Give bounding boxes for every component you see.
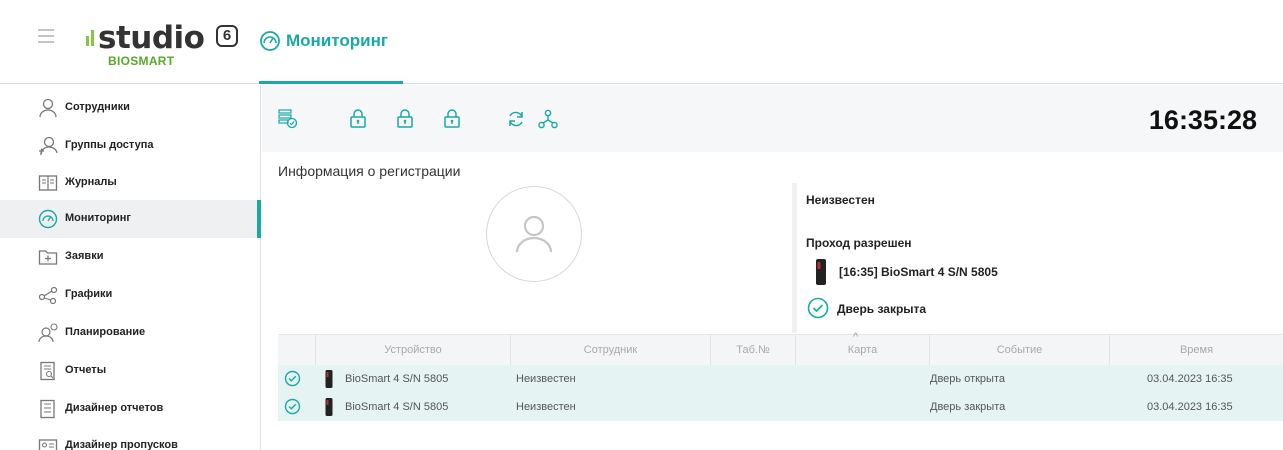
monitoring-icon (38, 209, 58, 229)
sidebar-item-report-designer[interactable]: Дизайнер отчетов (0, 390, 261, 428)
app-logo: studio 6 BIOSMART (86, 20, 246, 70)
sidebar-item-pass-designer[interactable]: Дизайнер пропусков (0, 427, 261, 450)
logo-text: studio (98, 20, 205, 56)
table-row[interactable]: BioSmart 4 S/N 5805 Неизвестен Дверь зак… (278, 393, 1283, 421)
device-list-icon[interactable] (278, 109, 298, 129)
column-header-card[interactable]: Карта (795, 335, 929, 366)
logo-version: 6 (216, 25, 238, 47)
door-state: Дверь закрыта (807, 296, 1027, 322)
cell-time: 03.04.2023 16:35 (1147, 401, 1233, 413)
sidebar-item-label: Сотрудники (65, 101, 130, 113)
sidebar-item-label: Дизайнер отчетов (65, 402, 164, 414)
check-circle-icon (284, 398, 301, 415)
column-header-device[interactable]: Устройство (315, 335, 510, 366)
group-icon (39, 136, 58, 156)
menu-icon[interactable] (38, 29, 54, 43)
logo-subtitle: BIOSMART (108, 54, 175, 68)
device-event: [16:35] BioSmart 4 S/N 5805 (815, 258, 1075, 286)
network-icon[interactable] (538, 109, 558, 129)
door-state-label: Дверь закрыта (837, 302, 927, 316)
sidebar-item-planning[interactable]: Планирование (0, 314, 261, 352)
clock: 16:35:28 (1148, 105, 1257, 135)
report-designer-icon (40, 399, 55, 419)
device-icon (325, 398, 333, 416)
sidebar-item-label: Графики (65, 288, 113, 300)
cell-time: 03.04.2023 16:35 (1147, 373, 1233, 385)
sidebar-item-employees[interactable]: Сотрудники (0, 89, 261, 127)
page-title: Мониторинг (286, 31, 388, 50)
user-placeholder-icon (515, 215, 553, 253)
lock-icon[interactable] (348, 109, 368, 129)
journal-icon (38, 175, 58, 191)
sidebar-item-monitoring[interactable]: Мониторинг (0, 200, 261, 238)
sort-indicator-icon: ^ (853, 331, 859, 343)
tab-monitoring[interactable]: Мониторинг (259, 28, 403, 84)
table-row[interactable]: BioSmart 4 S/N 5805 Неизвестен Дверь отк… (278, 365, 1283, 393)
monitoring-icon (260, 31, 280, 51)
active-tab-indicator (259, 81, 403, 84)
column-header-time[interactable]: Время (1109, 335, 1283, 366)
sidebar-item-requests[interactable]: Заявки (0, 238, 261, 276)
sidebar-item-label: Дизайнер пропусков (65, 439, 178, 450)
device-icon (325, 370, 333, 388)
cell-employee: Неизвестен (516, 373, 576, 385)
lock-icon[interactable] (395, 109, 415, 129)
sidebar-item-label: Мониторинг (65, 212, 131, 224)
cell-event: Дверь закрыта (930, 401, 1006, 413)
sidebar-item-label: Планирование (65, 326, 146, 338)
sidebar-item-access-groups[interactable]: Группы доступа (0, 127, 261, 165)
info-divider (792, 183, 797, 333)
report-icon (40, 361, 55, 381)
planning-icon (38, 323, 58, 343)
sidebar: Сотрудники Группы доступа Журналы Монито… (0, 85, 261, 450)
schedule-icon (38, 286, 58, 305)
sidebar-item-label: Заявки (65, 250, 104, 262)
pass-designer-icon (38, 439, 58, 450)
check-circle-icon (284, 370, 301, 387)
sidebar-item-label: Группы доступа (65, 139, 154, 151)
column-header-status (278, 335, 315, 366)
check-circle-icon (807, 297, 829, 319)
sidebar-item-label: Журналы (65, 176, 117, 188)
cell-device: BioSmart 4 S/N 5805 (345, 373, 449, 385)
avatar (486, 186, 582, 282)
lock-icon[interactable] (442, 109, 462, 129)
column-header-event[interactable]: Событие (929, 335, 1109, 366)
refresh-icon[interactable] (506, 109, 526, 129)
table-header: Устройство Сотрудник Таб.№ Карта ^ Событ… (278, 331, 1283, 366)
cell-employee: Неизвестен (516, 401, 576, 413)
cell-event: Дверь открыта (930, 373, 1005, 385)
registration-title: Информация о регистрации (278, 163, 461, 179)
access-status: Проход разрешен (806, 236, 912, 250)
employee-name: Неизвестен (806, 193, 875, 207)
user-icon (39, 98, 57, 118)
device-event-label: [16:35] BioSmart 4 S/N 5805 (839, 265, 998, 279)
sidebar-item-reports[interactable]: Отчеты (0, 352, 261, 390)
sidebar-item-journals[interactable]: Журналы (0, 164, 261, 202)
sidebar-item-schedules[interactable]: Графики (0, 276, 261, 314)
sidebar-item-label: Отчеты (65, 364, 107, 376)
column-header-employee[interactable]: Сотрудник (510, 335, 710, 366)
column-header-tab[interactable]: Таб.№ (710, 335, 795, 366)
app-header: studio 6 BIOSMART Мониторинг (0, 0, 1283, 84)
device-icon (816, 259, 826, 285)
cell-device: BioSmart 4 S/N 5805 (345, 401, 449, 413)
active-indicator (257, 200, 261, 238)
folder-plus-icon (38, 250, 58, 265)
monitoring-toolbar: 16:35:28 (262, 85, 1283, 152)
